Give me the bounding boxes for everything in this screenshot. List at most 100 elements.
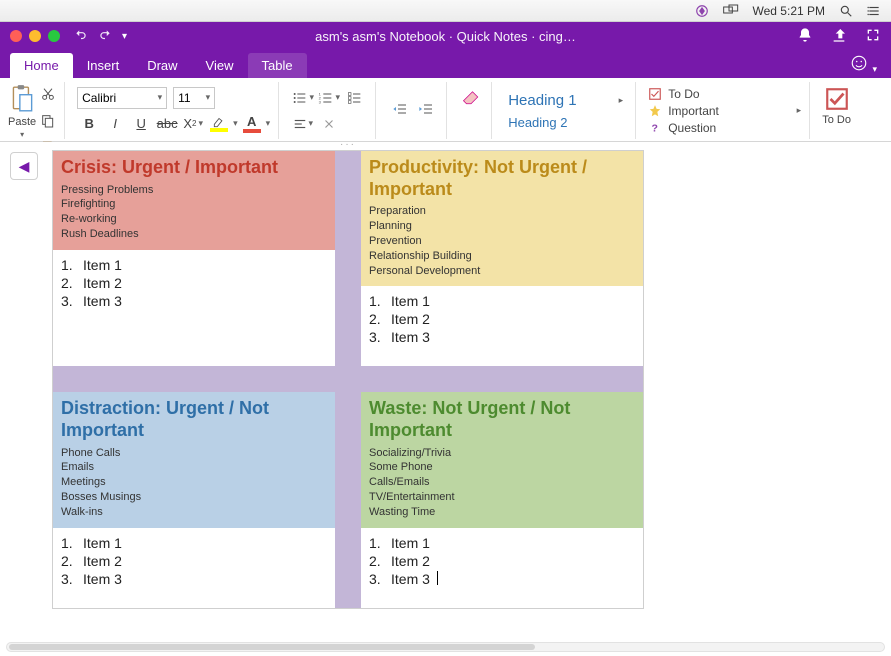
minimize-window-button[interactable] (29, 30, 41, 42)
item-text: Item 3 (391, 329, 430, 345)
horizontal-scrollbar[interactable] (6, 642, 885, 652)
quadrant-title: Crisis: Urgent / Important (61, 157, 327, 179)
eraser-button[interactable] (459, 86, 483, 108)
outdent-button[interactable] (388, 98, 412, 120)
note-container[interactable]: Crisis: Urgent / Important Pressing Probl… (52, 150, 644, 609)
quadrant-subtitle: Socializing/TriviaSome PhoneCalls/Emails… (369, 446, 635, 520)
font-color-button[interactable]: A (240, 113, 264, 135)
bullets-button[interactable]: ▾ (291, 87, 315, 109)
list-item[interactable]: 2.Item 2 (61, 274, 327, 292)
align-button[interactable]: ▾ (291, 113, 315, 135)
zoom-window-button[interactable] (48, 30, 60, 42)
checklist-button[interactable] (343, 87, 367, 109)
item-text: Item 2 (391, 311, 430, 327)
qat-more-icon[interactable]: ▾ (122, 31, 127, 42)
clear-format-button[interactable] (317, 113, 341, 135)
item-number: 1. (369, 535, 385, 551)
list-item[interactable]: 3.Item 3 (61, 292, 327, 310)
item-number: 2. (61, 553, 77, 569)
page-area: ◀ Crisis: Urgent / Important Pressing Pro… (6, 142, 885, 640)
item-number: 3. (61, 293, 77, 309)
cut-button[interactable] (40, 86, 56, 107)
item-text: Item 3 (83, 571, 122, 587)
ribbon-tabs: Home Insert Draw View Table ▾ (0, 50, 891, 78)
feedback-icon[interactable]: ▾ (850, 54, 877, 77)
numbering-button[interactable]: 123▾ (317, 87, 341, 109)
quadrant-subtitle: PreparationPlanningPreventionRelationshi… (369, 204, 635, 278)
menu-list-icon[interactable] (867, 4, 881, 18)
spotlight-icon[interactable] (839, 4, 853, 18)
copy-button[interactable] (40, 113, 56, 134)
close-window-button[interactable] (10, 30, 22, 42)
tab-table[interactable]: Table (248, 53, 307, 78)
undo-button[interactable] (74, 28, 88, 45)
subscript-button[interactable]: X2▾ (181, 113, 205, 135)
list-item[interactable]: 1.Item 1 (61, 256, 327, 274)
tag-todo-label: To Do (668, 87, 699, 101)
bold-button[interactable]: B (77, 113, 101, 135)
highlight-button[interactable] (207, 113, 231, 135)
traffic-lights (10, 30, 60, 42)
quadrant-sub-line: Calls/Emails (369, 475, 635, 490)
group-indent (380, 82, 447, 139)
list-item[interactable]: 3.Item 3 (369, 570, 635, 588)
font-name-value: Calibri (82, 91, 116, 105)
font-size-select[interactable]: 11▾ (173, 87, 215, 109)
tag-question-label: Question (668, 121, 716, 135)
list-item[interactable]: 2.Item 2 (369, 552, 635, 570)
item-number: 1. (369, 293, 385, 309)
todo-button[interactable]: To Do (814, 82, 859, 139)
notifications-icon[interactable] (797, 27, 813, 46)
quadrant-q3[interactable]: Distraction: Urgent / Not ImportantPhone… (53, 392, 335, 607)
font-name-select[interactable]: Calibri▾ (77, 87, 167, 109)
tag-question[interactable]: ? Question (646, 120, 803, 136)
quadrant-subtitle: Phone CallsEmailsMeetingsBosses MusingsW… (61, 446, 327, 520)
strike-button[interactable]: abc (155, 113, 179, 135)
style-heading2[interactable]: Heading 2 (508, 113, 623, 132)
list-item[interactable]: 1.Item 1 (61, 534, 327, 552)
quadrant-sub-line: Emails (61, 460, 327, 475)
tab-view[interactable]: View (192, 53, 248, 78)
italic-button[interactable]: I (103, 113, 127, 135)
quadrant-items[interactable]: 1.Item 12.Item 23.Item 3 (53, 528, 335, 608)
quadrant-header: Distraction: Urgent / Not ImportantPhone… (53, 392, 335, 527)
list-item[interactable]: 1.Item 1 (369, 292, 635, 310)
share-icon[interactable] (831, 27, 847, 46)
collapse-nav-button[interactable]: ◀ (10, 152, 38, 180)
paste-button[interactable]: Paste ▾ (8, 84, 36, 139)
list-item[interactable]: 2.Item 2 (61, 552, 327, 570)
displays-icon (723, 4, 739, 18)
tag-important[interactable]: Important ▸ (646, 103, 803, 119)
quadrant-q2[interactable]: Productivity: Not Urgent / ImportantPrep… (361, 151, 643, 366)
list-item[interactable]: 1.Item 1 (369, 534, 635, 552)
quadrant-header: Productivity: Not Urgent / ImportantPrep… (361, 151, 643, 286)
group-font: Calibri▾ 11▾ B I U abc X2▾ ▾ A ▾ (69, 82, 279, 139)
quadrant-sub-line: Personal Development (369, 264, 635, 279)
tab-draw[interactable]: Draw (133, 53, 191, 78)
quadrant-sub-line: TV/Entertainment (369, 490, 635, 505)
list-item[interactable]: 2.Item 2 (369, 310, 635, 328)
quadrant-items[interactable]: 1.Item 12.Item 23.Item 3 (361, 286, 643, 366)
tab-insert[interactable]: Insert (73, 53, 134, 78)
tab-home[interactable]: Home (10, 53, 73, 78)
quadrant-sub-line: Pressing Problems (61, 183, 327, 198)
tag-todo[interactable]: To Do (646, 86, 803, 102)
list-item[interactable]: 3.Item 3 (369, 328, 635, 346)
quadrant-q1[interactable]: Crisis: Urgent / Important Pressing Probl… (53, 151, 335, 366)
menubar-clock: Wed 5:21 PM (753, 4, 825, 18)
redo-button[interactable] (98, 28, 112, 45)
underline-button[interactable]: U (129, 113, 153, 135)
quadrant-q4[interactable]: Waste: Not Urgent / Not ImportantSociali… (361, 392, 643, 607)
text-cursor (437, 571, 438, 585)
quadrant-items[interactable]: 1.Item 12.Item 23.Item 3 (361, 528, 643, 608)
fullscreen-icon[interactable] (865, 27, 881, 46)
quadrant-items[interactable]: 1.Item 12.Item 23.Item 3 (53, 250, 335, 330)
ribbon: Paste ▾ Calibri▾ 11▾ B I U abc X2▾ (0, 78, 891, 142)
quadrant-header: Crisis: Urgent / Important Pressing Probl… (53, 151, 335, 250)
style-heading1[interactable]: Heading 1 ▸ (508, 90, 623, 111)
item-number: 2. (369, 553, 385, 569)
indent-button[interactable] (414, 98, 438, 120)
window-title: asm's asm's Notebook · Quick Notes · cin… (315, 29, 576, 44)
list-item[interactable]: 3.Item 3 (61, 570, 327, 588)
style-h1-label: Heading 1 (508, 92, 576, 109)
